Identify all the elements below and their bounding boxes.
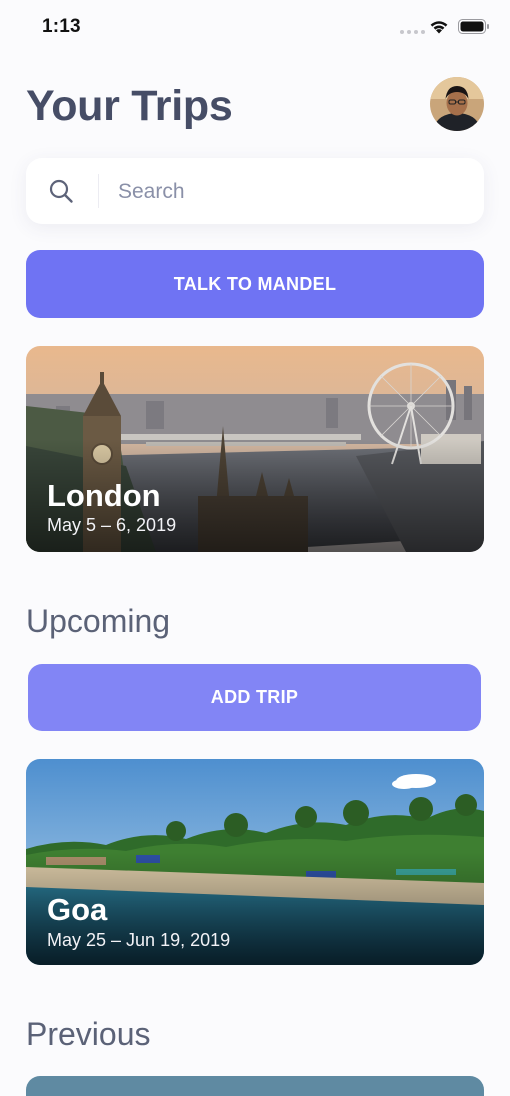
upcoming-heading: Upcoming bbox=[26, 603, 171, 639]
featured-trip-card[interactable]: London May 5 – 6, 2019 bbox=[26, 346, 484, 552]
previous-heading: Previous bbox=[26, 1016, 151, 1052]
search-divider bbox=[98, 174, 99, 208]
trip-city: Goa bbox=[47, 892, 108, 927]
trip-dates: May 5 – 6, 2019 bbox=[47, 515, 177, 535]
status-time: 1:13 bbox=[42, 16, 81, 37]
add-trip-button[interactable]: ADD TRIP bbox=[28, 664, 481, 731]
talk-to-mandel-button[interactable]: TALK TO MANDEL bbox=[26, 250, 484, 318]
previous-trip-card[interactable] bbox=[26, 1076, 484, 1096]
wifi-icon bbox=[430, 21, 448, 34]
page-title: Your Trips bbox=[26, 82, 233, 130]
battery-icon bbox=[458, 19, 489, 34]
cellular-signal-icon bbox=[400, 30, 425, 34]
search-input[interactable] bbox=[116, 158, 470, 226]
trip-city: London bbox=[47, 478, 161, 513]
avatar[interactable] bbox=[430, 77, 484, 131]
search-bar bbox=[26, 158, 484, 226]
search-icon bbox=[49, 179, 73, 203]
trip-dates: May 25 – Jun 19, 2019 bbox=[47, 930, 231, 950]
trip-card[interactable]: Goa May 25 – Jun 19, 2019 bbox=[26, 759, 484, 965]
status-bar: 1:13 bbox=[0, 0, 510, 56]
